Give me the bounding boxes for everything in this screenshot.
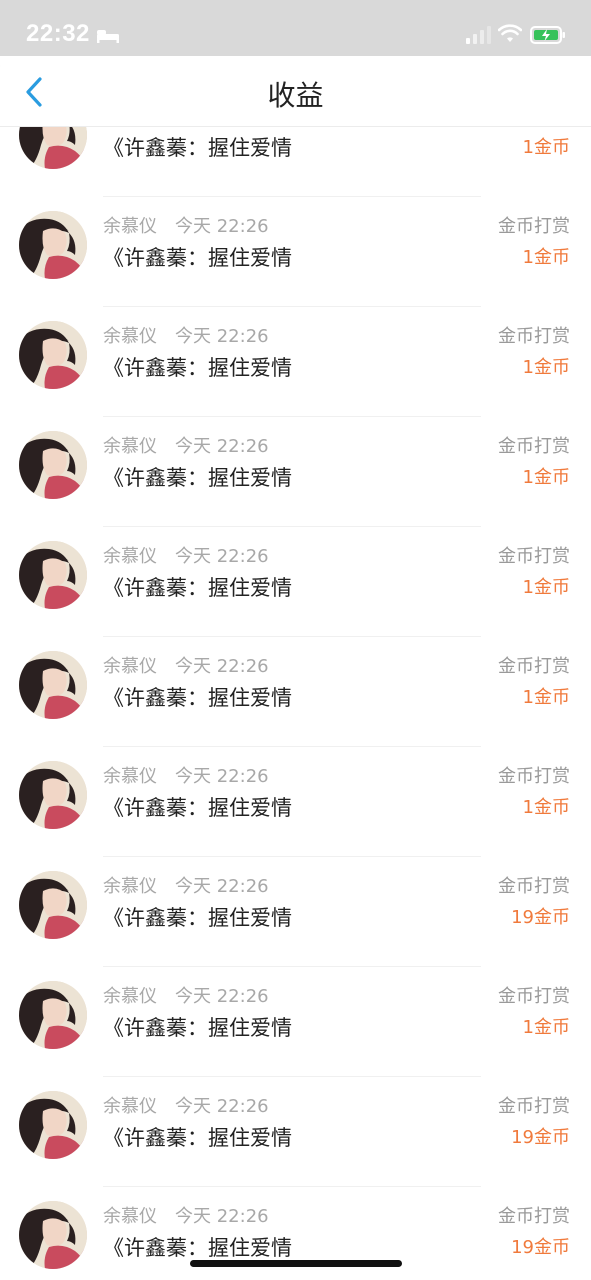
timestamp: 今天 22:26 — [175, 326, 269, 347]
book-title: 《许鑫蓁：握住爱情 — [103, 1016, 292, 1040]
navigation-header: 收益 — [0, 52, 591, 126]
timestamp: 今天 22:26 — [175, 876, 269, 897]
avatar[interactable] — [19, 211, 87, 279]
user-name: 余慕仪 — [103, 546, 157, 567]
reward-type: 金币打赏 — [498, 766, 570, 787]
reward-amount: 1金币 — [522, 797, 570, 818]
user-name: 余慕仪 — [103, 216, 157, 237]
status-time: 22:32 — [26, 20, 90, 47]
reward-amount: 19金币 — [511, 1237, 570, 1258]
meta-line: 余慕仪今天 22:26 — [103, 652, 269, 678]
list-item[interactable]: 余慕仪今天 22:26 《许鑫蓁：握住爱情 金币打赏 1金币 — [0, 527, 591, 637]
list-item[interactable]: 余慕仪 今天 22:26 《许鑫蓁：握住爱情 金币打赏 1金币 — [0, 126, 591, 197]
timestamp: 今天 22:26 — [175, 1096, 269, 1117]
reward-amount: 1金币 — [522, 357, 570, 378]
reward-type: 金币打赏 — [498, 326, 570, 347]
avatar[interactable] — [19, 651, 87, 719]
battery-charging-icon — [530, 25, 566, 45]
book-title: 《许鑫蓁：握住爱情 — [103, 356, 292, 380]
reward-type: 金币打赏 — [498, 216, 570, 237]
timestamp: 今天 22:26 — [175, 656, 269, 677]
meta-line: 余慕仪今天 22:26 — [103, 212, 269, 238]
meta-line: 余慕仪今天 22:26 — [103, 432, 269, 458]
meta-line: 余慕仪今天 22:26 — [103, 322, 269, 348]
timestamp: 今天 22:26 — [175, 216, 269, 237]
list-item[interactable]: 余慕仪今天 22:26 《许鑫蓁：握住爱情 金币打赏 1金币 — [0, 417, 591, 527]
book-title: 《许鑫蓁：握住爱情 — [103, 686, 292, 710]
meta-line: 余慕仪今天 22:26 — [103, 1092, 269, 1118]
avatar[interactable] — [19, 761, 87, 829]
reward-amount: 1金币 — [522, 467, 570, 488]
wifi-icon — [497, 24, 523, 44]
user-name: 余慕仪 — [103, 126, 157, 127]
book-title: 《许鑫蓁：握住爱情 — [103, 796, 292, 820]
book-title: 《许鑫蓁：握住爱情 — [103, 576, 292, 600]
list-item[interactable]: 余慕仪今天 22:26 《许鑫蓁：握住爱情 金币打赏 1金币 — [0, 197, 591, 307]
book-title: 《许鑫蓁：握住爱情 — [103, 1236, 292, 1260]
reward-amount: 19金币 — [511, 907, 570, 928]
phone-screen: 22:32 收益 《许鑫蓁：握住爱情 1金币 余慕仪 今天 22:26 《许鑫蓁… — [0, 0, 591, 1280]
book-title: 《许鑫蓁：握住爱情 — [103, 466, 292, 490]
avatar[interactable] — [19, 1091, 87, 1159]
avatar[interactable] — [19, 981, 87, 1049]
list-item[interactable]: 余慕仪今天 22:26 《许鑫蓁：握住爱情 金币打赏 1金币 — [0, 307, 591, 417]
signal-icon — [466, 26, 492, 44]
timestamp: 今天 22:26 — [175, 436, 269, 457]
avatar[interactable] — [19, 1201, 87, 1269]
user-name: 余慕仪 — [103, 436, 157, 457]
home-indicator[interactable] — [190, 1260, 402, 1267]
reward-type: 金币打赏 — [498, 876, 570, 897]
meta-line: 余慕仪今天 22:26 — [103, 982, 269, 1008]
timestamp: 今天 22:26 — [175, 126, 269, 127]
user-name: 余慕仪 — [103, 1096, 157, 1117]
user-name: 余慕仪 — [103, 766, 157, 787]
timestamp: 今天 22:26 — [175, 986, 269, 1007]
meta-line: 余慕仪今天 22:26 — [103, 762, 269, 788]
avatar[interactable] — [19, 321, 87, 389]
earnings-list[interactable]: 余慕仪今天 22:26 《许鑫蓁：握住爱情 金币打赏 1金币 余慕仪今天 22:… — [0, 126, 591, 1280]
meta-line: 余慕仪今天 22:26 — [103, 872, 269, 898]
reward-amount: 19金币 — [511, 1127, 570, 1148]
book-title: 《许鑫蓁：握住爱情 — [103, 136, 292, 160]
reward-type: 金币打赏 — [498, 546, 570, 567]
user-name: 余慕仪 — [103, 326, 157, 347]
timestamp: 今天 22:26 — [175, 766, 269, 787]
list-item[interactable]: 余慕仪今天 22:26 《许鑫蓁：握住爱情 金币打赏 1金币 — [0, 747, 591, 857]
book-title: 《许鑫蓁：握住爱情 — [103, 906, 292, 930]
status-bar: 22:32 — [0, 0, 591, 56]
avatar[interactable] — [19, 871, 87, 939]
list-item[interactable]: 余慕仪 今天 22:26 《许鑫蓁：握住爱情 金币打赏 19金币 — [0, 1077, 591, 1187]
timestamp: 今天 22:26 — [175, 546, 269, 567]
reward-type: 金币打赏 — [498, 436, 570, 457]
reward-amount: 1金币 — [522, 247, 570, 268]
reward-type: 金币打赏 — [498, 126, 570, 128]
reward-type: 金币打赏 — [498, 1096, 570, 1117]
meta-line: 余慕仪今天 22:26 — [103, 542, 269, 568]
user-name: 余慕仪 — [103, 656, 157, 677]
reward-type: 金币打赏 — [498, 656, 570, 677]
avatar[interactable] — [19, 431, 87, 499]
book-title: 《许鑫蓁：握住爱情 — [103, 1126, 292, 1150]
list-item[interactable]: 余慕仪今天 22:26 《许鑫蓁：握住爱情 金币打赏 1金币 — [0, 637, 591, 747]
reward-type: 金币打赏 — [498, 986, 570, 1007]
book-title: 《许鑫蓁：握住爱情 — [103, 246, 292, 270]
meta-line: 余慕仪 今天 22:26 — [103, 126, 269, 128]
avatar[interactable] — [19, 541, 87, 609]
reward-amount: 1金币 — [522, 577, 570, 598]
list-item[interactable]: 余慕仪今天 22:26 《许鑫蓁：握住爱情 金币打赏 1金币 — [0, 967, 591, 1077]
reward-amount: 1金币 — [522, 1017, 570, 1038]
list-item[interactable]: 余慕仪 今天 22:26 《许鑫蓁：握住爱情 金币打赏 19金币 — [0, 857, 591, 967]
earnings-list-inner: 余慕仪今天 22:26 《许鑫蓁：握住爱情 金币打赏 1金币 余慕仪今天 22:… — [0, 126, 591, 1280]
reward-type: 金币打赏 — [498, 1206, 570, 1227]
reward-amount: 1金币 — [522, 137, 570, 158]
reward-amount: 1金币 — [522, 687, 570, 708]
meta-line: 余慕仪今天 22:26 — [103, 1202, 269, 1228]
timestamp: 今天 22:26 — [175, 1206, 269, 1227]
bed-icon — [96, 27, 120, 43]
user-name: 余慕仪 — [103, 1206, 157, 1227]
page-title: 收益 — [267, 79, 324, 112]
avatar[interactable] — [19, 126, 87, 169]
user-name: 余慕仪 — [103, 986, 157, 1007]
user-name: 余慕仪 — [103, 876, 157, 897]
